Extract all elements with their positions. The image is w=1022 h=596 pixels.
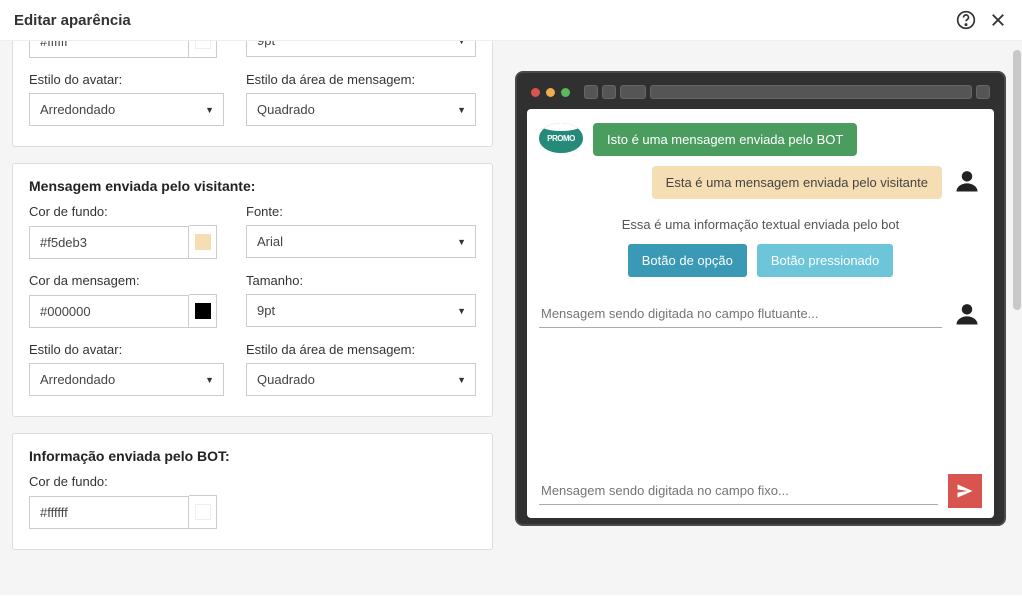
visitor-message-row: Esta é uma mensagem enviada pelo visitan… <box>539 166 982 199</box>
msg-color-input[interactable] <box>29 295 189 328</box>
bg-color-swatch[interactable] <box>189 225 217 259</box>
traffic-light-close-icon <box>531 88 540 97</box>
size-label: Tamanho: <box>246 273 476 288</box>
bot-message-row: PROMO Isto é uma mensagem enviada pelo B… <box>539 123 982 156</box>
bg-color-label: Cor de fundo: <box>29 474 224 489</box>
preview-panel: PROMO Isto é uma mensagem enviada pelo B… <box>505 41 1022 595</box>
bg-color-swatch[interactable] <box>189 495 217 529</box>
section-partial-top: 9pt Estilo do avatar: Arredondado Estilo… <box>12 41 493 147</box>
msgarea-style-label: Estilo da área de mensagem: <box>246 72 476 87</box>
url-bar <box>650 85 972 99</box>
nav-back-icon <box>584 85 598 99</box>
dialog-header: Editar aparência <box>0 0 1022 41</box>
avatar-style-select[interactable]: Arredondado <box>29 363 224 396</box>
bg-color-input[interactable] <box>29 226 189 259</box>
bg-color-swatch[interactable] <box>189 41 217 58</box>
nav-forward-icon <box>602 85 616 99</box>
msgarea-style-select[interactable]: Quadrado <box>246 93 476 126</box>
avatar-style-label: Estilo do avatar: <box>29 342 224 357</box>
msgarea-style-label: Estilo da área de mensagem: <box>246 342 476 357</box>
option-button-pressed[interactable]: Botão pressionado <box>757 244 893 277</box>
url-end-icon <box>976 85 990 99</box>
font-label: Fonte: <box>246 204 476 219</box>
section-visitor-message: Mensagem enviada pelo visitante: Cor de … <box>12 163 493 417</box>
dialog-title: Editar aparência <box>14 12 131 29</box>
option-button[interactable]: Botão de opção <box>628 244 747 277</box>
bot-info-text: Essa é uma informação textual enviada pe… <box>539 217 982 232</box>
msgarea-style-select[interactable]: Quadrado <box>246 363 476 396</box>
fixed-message-input[interactable] <box>539 477 938 505</box>
bg-color-input[interactable] <box>29 496 189 529</box>
send-button[interactable] <box>948 474 982 508</box>
settings-panel: 9pt Estilo do avatar: Arredondado Estilo… <box>0 41 505 595</box>
bot-message-bubble: Isto é uma mensagem enviada pelo BOT <box>593 123 857 156</box>
size-select[interactable]: 9pt <box>246 294 476 327</box>
help-icon[interactable] <box>956 10 976 30</box>
bg-color-label: Cor de fundo: <box>29 204 224 219</box>
avatar-style-select[interactable]: Arredondado <box>29 93 224 126</box>
avatar-style-label: Estilo do avatar: <box>29 72 224 87</box>
size-select[interactable]: 9pt <box>246 41 476 57</box>
msg-color-label: Cor da mensagem: <box>29 273 224 288</box>
fixed-input-row <box>539 474 982 508</box>
section-title: Informação enviada pelo BOT: <box>29 448 476 464</box>
chat-preview-body: PROMO Isto é uma mensagem enviada pelo B… <box>527 109 994 518</box>
close-icon[interactable] <box>988 10 1008 30</box>
msg-color-swatch[interactable] <box>189 294 217 328</box>
visitor-message-bubble: Esta é uma mensagem enviada pelo visitan… <box>652 166 942 199</box>
section-title: Mensagem enviada pelo visitante: <box>29 178 476 194</box>
bot-avatar: PROMO <box>539 123 583 153</box>
bg-color-input[interactable] <box>29 41 189 58</box>
vertical-scrollbar-thumb[interactable] <box>1013 50 1021 310</box>
traffic-light-min-icon <box>546 88 555 97</box>
floating-input-row <box>539 299 982 329</box>
preview-browser-bar <box>527 83 994 101</box>
preview-browser-frame: PROMO Isto é uma mensagem enviada pelo B… <box>515 71 1006 526</box>
url-segment <box>620 85 646 99</box>
font-select[interactable]: Arial <box>246 225 476 258</box>
user-avatar-icon <box>952 299 982 329</box>
section-bot-info: Informação enviada pelo BOT: Cor de fund… <box>12 433 493 550</box>
floating-message-input[interactable] <box>539 300 942 328</box>
option-buttons-row: Botão de opção Botão pressionado <box>539 244 982 277</box>
user-avatar-icon <box>952 166 982 196</box>
traffic-light-max-icon <box>561 88 570 97</box>
